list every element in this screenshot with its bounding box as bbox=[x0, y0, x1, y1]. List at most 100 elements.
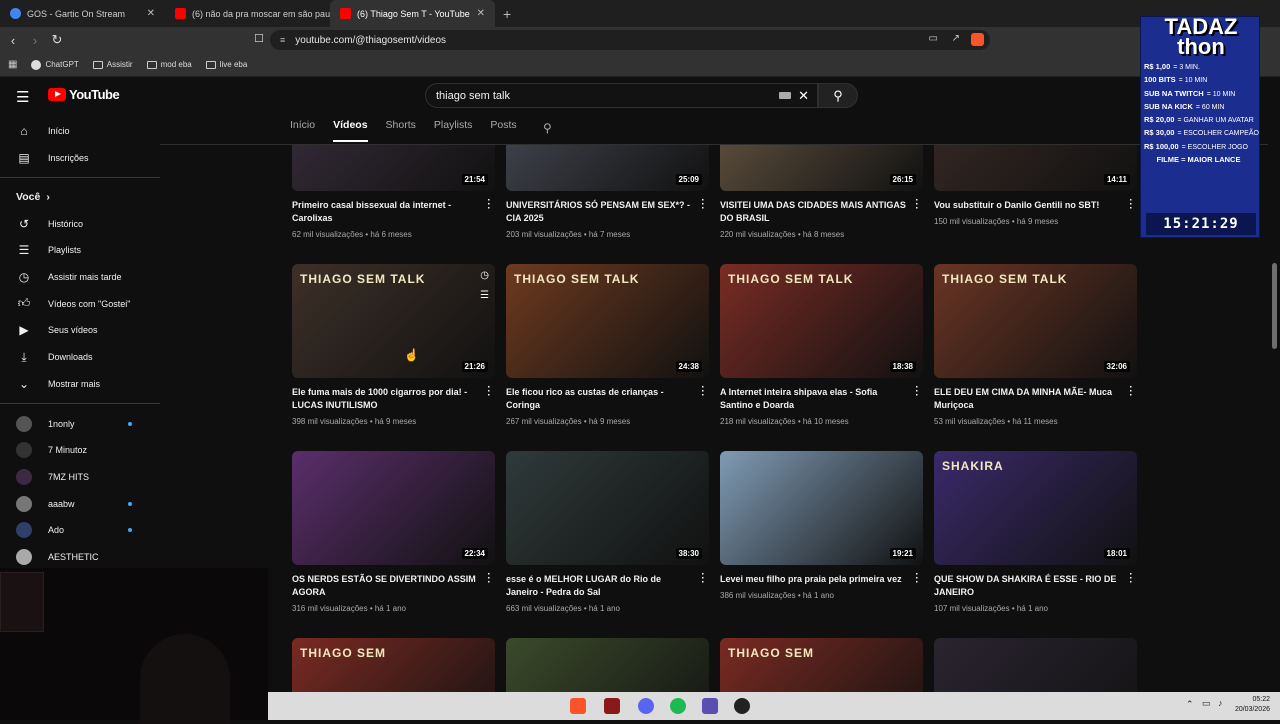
add-to-queue-icon[interactable]: ☰ bbox=[480, 290, 489, 301]
site-info-icon[interactable]: ≡ bbox=[280, 35, 285, 45]
sidebar-item[interactable]: ⌂ Início bbox=[0, 118, 160, 145]
sidebar-item[interactable]: ◷ Assistir mais tarde bbox=[0, 264, 160, 291]
channel-tab[interactable]: Shorts bbox=[386, 119, 416, 142]
channel-tab[interactable]: Início bbox=[290, 119, 315, 142]
brave-taskbar-icon[interactable] bbox=[570, 698, 586, 714]
scrollbar-thumb[interactable] bbox=[1272, 263, 1277, 349]
video-thumbnail[interactable]: THIAGO SEM TALK 18:38 bbox=[720, 264, 923, 378]
browser-tab[interactable]: (6) Thiago Sem T - YouTube ✕ bbox=[330, 0, 495, 27]
video-card[interactable]: 38:30 esse é o MELHOR LUGAR do Rio de Jan… bbox=[506, 451, 710, 613]
sidebar-item[interactable]: ☰ Playlists bbox=[0, 237, 160, 264]
video-card[interactable]: 21:54 Primeiro casal bissexual da interne… bbox=[292, 145, 496, 239]
video-thumbnail[interactable]: THIAGO SEM TALK 24:38 bbox=[506, 264, 709, 378]
channel-tab[interactable]: Vídeos bbox=[333, 119, 368, 142]
system-clock[interactable]: 05:22 20/03/2026 bbox=[1235, 695, 1270, 715]
streamlabs-taskbar-icon[interactable] bbox=[702, 698, 718, 714]
sidebar-item[interactable]: ⌄ Mostrar mais bbox=[0, 371, 160, 398]
bookmark-live-eba[interactable]: live eba bbox=[205, 60, 247, 69]
sidebar-item[interactable]: ▤ Inscrições bbox=[0, 145, 160, 172]
video-thumbnail[interactable]: 14:11 bbox=[934, 145, 1137, 191]
video-card[interactable]: 25:09 UNIVERSITÁRIOS SÓ PENSAM EM SEX*? -… bbox=[506, 145, 710, 239]
page-scrollbar[interactable] bbox=[1268, 77, 1280, 692]
tray-chevron-icon[interactable]: ⌃ bbox=[1186, 699, 1194, 710]
video-title[interactable]: A Internet inteira shipava elas - Sofia … bbox=[720, 386, 924, 412]
back-icon[interactable]: ‹ bbox=[4, 33, 22, 48]
cast-icon[interactable]: ▭ bbox=[929, 33, 938, 44]
video-title[interactable]: ELE DEU EM CIMA DA MINHA MÃE- Muca Muriç… bbox=[934, 386, 1138, 412]
more-actions-icon[interactable]: · · · bbox=[698, 196, 708, 214]
video-title[interactable]: UNIVERSITÁRIOS SÓ PENSAM EM SEX*? - CIA … bbox=[506, 199, 710, 225]
hamburger-menu-icon[interactable]: ☰ bbox=[16, 88, 30, 106]
bookmark-chatgpt[interactable]: ChatGPT bbox=[31, 59, 79, 70]
sidebar-item[interactable]: ↺ Histórico bbox=[0, 210, 160, 237]
watch-later-icon[interactable]: ◷ bbox=[480, 270, 489, 281]
subscription-item[interactable]: Ado bbox=[0, 517, 160, 544]
video-thumbnail[interactable]: 21:54 bbox=[292, 145, 495, 191]
more-actions-icon[interactable]: · · · bbox=[698, 383, 708, 401]
video-card[interactable]: 22:34 OS NERDS ESTÃO SE DIVERTINDO ASSIM … bbox=[292, 451, 496, 613]
video-card[interactable]: SHAKIRA 18:01 QUE SHOW DA SHAKIRA É ESSE -… bbox=[934, 451, 1138, 613]
obs-taskbar-icon[interactable] bbox=[734, 698, 750, 714]
channel-tab[interactable]: Posts bbox=[490, 119, 516, 142]
more-actions-icon[interactable]: · · · bbox=[912, 383, 922, 401]
close-tab-icon[interactable]: ✕ bbox=[477, 8, 485, 19]
more-actions-icon[interactable]: · · · bbox=[1126, 570, 1136, 588]
video-thumbnail[interactable]: 38:30 bbox=[506, 451, 709, 565]
more-actions-icon[interactable]: · · · bbox=[912, 196, 922, 214]
video-thumbnail[interactable]: SHAKIRA 18:01 bbox=[934, 451, 1137, 565]
app-taskbar-icon[interactable] bbox=[604, 698, 620, 714]
spotify-taskbar-icon[interactable] bbox=[670, 698, 686, 714]
subscription-item[interactable]: 7 Minutoz bbox=[0, 437, 160, 464]
video-thumbnail[interactable]: 19:21 bbox=[720, 451, 923, 565]
network-icon[interactable]: ▭ bbox=[1202, 698, 1211, 709]
more-actions-icon[interactable]: · · · bbox=[698, 570, 708, 588]
more-actions-icon[interactable]: · · · bbox=[1126, 383, 1136, 401]
sidebar-item[interactable]: ⤓ Downloads bbox=[0, 344, 160, 371]
bookmark-assistir[interactable]: Assistir bbox=[92, 60, 133, 69]
browser-tab[interactable]: (6) não da pra moscar em são paulo✕ bbox=[165, 0, 330, 27]
video-title[interactable]: Vou substituir o Danilo Gentili no SBT! bbox=[934, 199, 1138, 212]
video-title[interactable]: esse é o MELHOR LUGAR do Rio de Janeiro … bbox=[506, 573, 710, 599]
forward-icon[interactable]: › bbox=[26, 33, 44, 48]
video-card[interactable]: THIAGO SEM TALK 24:38 Ele ficou rico as cu… bbox=[506, 264, 710, 426]
brave-shield-icon[interactable] bbox=[971, 33, 984, 46]
more-actions-icon[interactable]: · · · bbox=[484, 383, 494, 401]
more-actions-icon[interactable]: · · · bbox=[484, 570, 494, 588]
new-tab-button[interactable]: + bbox=[503, 6, 511, 22]
clear-search-icon[interactable]: ✕ bbox=[798, 88, 809, 104]
keyboard-icon[interactable] bbox=[779, 92, 791, 99]
video-title[interactable]: Ele fuma mais de 1000 cigarros por dia! … bbox=[292, 386, 496, 412]
subscription-item[interactable]: 7MZ HITS bbox=[0, 464, 160, 491]
video-title[interactable]: OS NERDS ESTÃO SE DIVERTINDO ASSIM AGORA bbox=[292, 573, 496, 599]
discord-taskbar-icon[interactable] bbox=[638, 698, 654, 714]
browser-tab[interactable]: GOS - Gartic On Stream ✕ bbox=[0, 0, 165, 27]
close-tab-icon[interactable]: ✕ bbox=[147, 8, 155, 19]
subscription-item[interactable]: 1nonly bbox=[0, 410, 160, 437]
video-card[interactable]: THIAGO SEM TALK 32:06 ELE DEU EM CIMA DA M… bbox=[934, 264, 1138, 426]
search-input[interactable]: thiago sem talk ✕ bbox=[425, 83, 818, 108]
share-icon[interactable]: ↗ bbox=[952, 33, 960, 44]
video-card[interactable]: 19:21 Levei meu filho pra praia pela prim… bbox=[720, 451, 924, 600]
bookmark-mod-eba[interactable]: mod eba bbox=[146, 60, 192, 69]
subscription-item[interactable]: AESTHETIC bbox=[0, 544, 160, 571]
video-card[interactable]: 26:15 VISITEI UMA DAS CIDADES MAIS ANTIGA… bbox=[720, 145, 924, 239]
video-title[interactable]: Levei meu filho pra praia pela primeira … bbox=[720, 573, 924, 586]
url-field[interactable]: ≡ youtube.com/@thiagosemt/videos ↗ ▭ bbox=[270, 30, 990, 50]
video-title[interactable]: QUE SHOW DA SHAKIRA É ESSE - RIO DE JANE… bbox=[934, 573, 1138, 599]
sidebar-item[interactable]: 👍︎ Vídeos com "Gostei" bbox=[0, 290, 160, 317]
sidebar-item[interactable]: ▶ Seus vídeos bbox=[0, 317, 160, 344]
channel-tab[interactable]: Playlists bbox=[434, 119, 473, 142]
volume-icon[interactable]: ♪ bbox=[1218, 698, 1223, 708]
video-card[interactable]: 14:11 Vou substituir o Danilo Gentili no … bbox=[934, 145, 1138, 226]
video-title[interactable]: Primeiro casal bissexual da internet - C… bbox=[292, 199, 496, 225]
video-thumbnail[interactable]: THIAGO SEM TALK 32:06 bbox=[934, 264, 1137, 378]
youtube-logo[interactable]: YouTube bbox=[48, 87, 120, 102]
channel-search-icon[interactable]: ⚲ bbox=[543, 121, 552, 135]
video-thumbnail[interactable]: 26:15 bbox=[720, 145, 923, 191]
subscription-item[interactable]: aaabw bbox=[0, 490, 160, 517]
more-actions-icon[interactable]: · · · bbox=[1126, 196, 1136, 214]
search-button[interactable]: ⚲ bbox=[818, 83, 858, 108]
apps-grid-icon[interactable]: ▦ bbox=[8, 59, 17, 70]
video-card[interactable]: THIAGO SEM TALK 21:26 ◷ ☰ ☝ Ele fuma mais de … bbox=[292, 264, 496, 426]
video-card[interactable]: THIAGO SEM TALK 18:38 A Internet inteira s… bbox=[720, 264, 924, 426]
